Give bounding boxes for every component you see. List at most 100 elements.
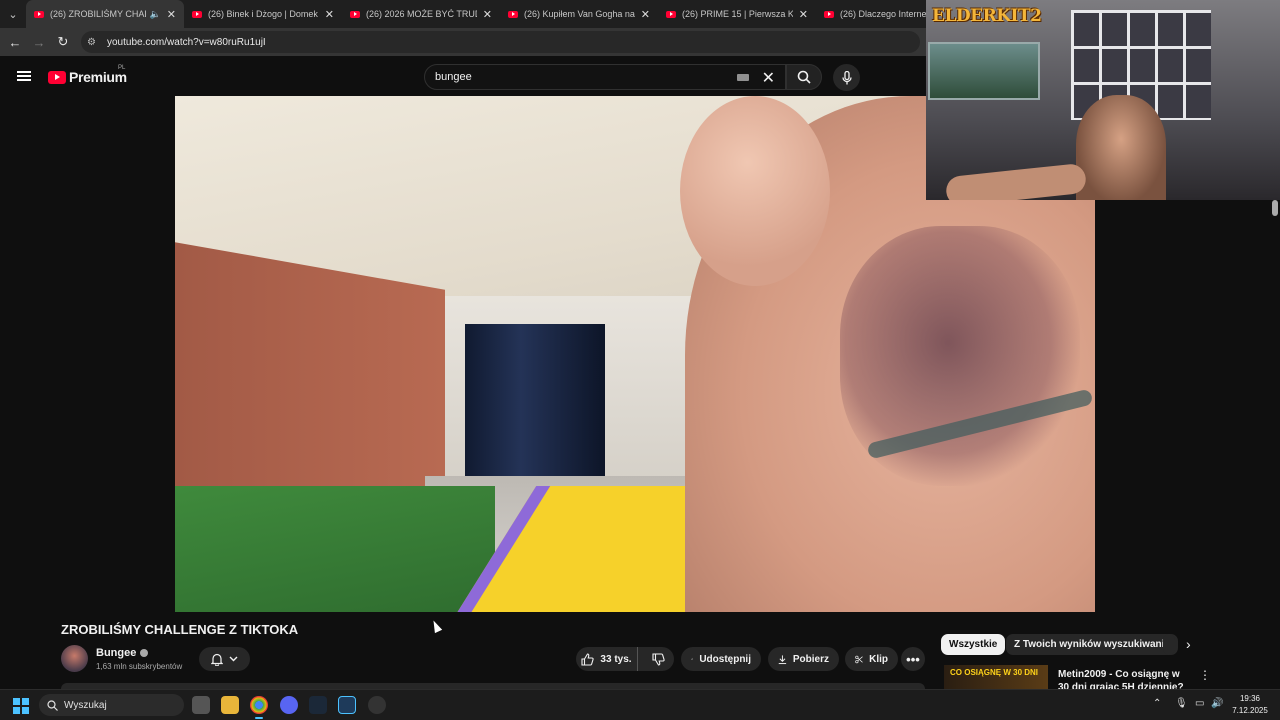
channel-name-text: Bungee [96, 647, 137, 659]
close-tab-icon[interactable]: ✕ [325, 8, 334, 21]
tab-label: (26) 2026 MOŻE BYĆ TRUDNY [366, 9, 477, 19]
search-button[interactable] [786, 64, 822, 90]
search-icon [47, 699, 58, 711]
youtube-favicon-icon [666, 10, 676, 18]
site-settings-icon[interactable]: ⚙ [87, 37, 101, 48]
webcam-streamer [1076, 95, 1166, 200]
youtube-favicon-icon [192, 10, 202, 18]
notifications-button[interactable] [199, 647, 250, 671]
youtube-favicon-icon [508, 10, 518, 18]
browser-tab[interactable]: (26) Binek i Dżogo | Domek dla ✕ [184, 0, 342, 28]
speaker-icon[interactable]: 🔈 [150, 9, 161, 20]
obs-icon[interactable] [368, 696, 386, 714]
download-button[interactable]: Pobierz [768, 647, 839, 671]
tray-chevron-up-icon[interactable]: ⌃ [1153, 698, 1161, 709]
clock-date: 7.12.2025 [1232, 706, 1268, 715]
clock-time: 19:36 [1239, 694, 1261, 703]
chip-all[interactable]: Wszystkie [941, 634, 1006, 655]
youtube-logo[interactable]: Premium PL [48, 65, 127, 85]
more-actions-button[interactable]: ••• [901, 647, 925, 671]
windows-start-icon[interactable] [13, 698, 29, 714]
youtube-favicon-icon [34, 10, 44, 18]
forward-icon[interactable]: → [27, 35, 51, 50]
chip-partial[interactable] [1163, 634, 1175, 655]
tab-label: (26) PRIME 15 | Pierwsza KONFI [682, 9, 793, 19]
close-tab-icon[interactable]: ✕ [483, 8, 492, 21]
reload-icon[interactable]: ↻ [51, 34, 75, 50]
tray-mic-icon[interactable]: 🎙 [1175, 698, 1188, 709]
search-input[interactable]: bungee ✕ [424, 64, 786, 90]
recommendation-title[interactable]: Metin2009 - Co osiągnę w 30 dni grając 5… [1058, 668, 1188, 689]
tray-speaker-icon[interactable]: 🔊 [1211, 698, 1223, 709]
youtube-play-icon [48, 70, 66, 84]
tab-label: (26) Kupiłem Van Gogha na Ch [524, 9, 635, 19]
browser-tab[interactable]: (26) ZROBILIŚMY CHALLENGE 🔈 ✕ [26, 0, 184, 28]
recommendation-thumbnail[interactable]: CO OSIĄGNĘ W 30 DNI [944, 665, 1048, 689]
like-count: 33 tys. [600, 653, 632, 665]
url-text: youtube.com/watch?v=w80ruRu1ujI [107, 36, 266, 48]
url-field[interactable]: ⚙ youtube.com/watch?v=w80ruRu1ujI [81, 31, 920, 53]
file-explorer-icon[interactable] [221, 696, 239, 714]
browser-tab[interactable]: (26) 2026 MOŻE BYĆ TRUDNY ✕ [342, 0, 500, 28]
chevron-right-icon[interactable]: › [1186, 636, 1191, 652]
dislike-button[interactable] [644, 652, 674, 666]
browser-tab[interactable]: (26) PRIME 15 | Pierwsza KONFI ✕ [658, 0, 816, 28]
app-icon[interactable] [338, 696, 356, 714]
webcam-arm [944, 162, 1088, 200]
taskbar-clock[interactable]: 19:36 7.12.2025 [1230, 693, 1270, 717]
browser-tab[interactable]: (26) Kupiłem Van Gogha na Ch ✕ [500, 0, 658, 28]
keyboard-icon[interactable] [737, 74, 749, 81]
chip-from-search[interactable]: Z Twoich wyników wyszukiwania [1006, 634, 1178, 655]
logo-text: Premium [69, 69, 127, 85]
thumbs-up-icon [581, 652, 595, 666]
webcam-overlay: ELDERKIT2 [926, 0, 1280, 200]
webcam-logo: ELDERKIT2 [932, 6, 1042, 26]
address-bar: ← → ↻ ⚙ youtube.com/watch?v=w80ruRu1ujI [0, 28, 926, 56]
youtube-favicon-icon [350, 10, 360, 18]
taskbar-search-placeholder: Wyszukaj [64, 699, 107, 711]
mouse-cursor-icon [429, 618, 443, 634]
tab-label: (26) Binek i Dżogo | Domek dla [208, 9, 319, 19]
youtube-header: Premium PL bungee ✕ [0, 56, 926, 96]
bell-icon [211, 653, 223, 666]
more-vertical-icon[interactable]: ⋮ [1199, 668, 1211, 682]
search-value: bungee [435, 71, 472, 83]
tab-search-chevron-icon[interactable]: ⌄ [0, 0, 26, 28]
close-tab-icon[interactable]: ✕ [799, 8, 808, 21]
thumbnail-text: CO OSIĄGNĘ W 30 DNI [950, 668, 1039, 677]
scissors-icon [855, 655, 863, 663]
share-icon [691, 657, 694, 660]
task-view-icon[interactable] [192, 696, 210, 714]
webcam-aquarium [928, 42, 1040, 100]
chevron-down-icon [229, 656, 238, 662]
clip-label: Klip [869, 653, 888, 665]
region-code: PL [118, 65, 126, 71]
clear-search-icon[interactable]: ✕ [762, 68, 775, 88]
tray-display-icon[interactable]: ▭ [1195, 698, 1204, 709]
channel-name[interactable]: Bungee [96, 647, 149, 659]
search-icon [797, 70, 811, 84]
thumbs-down-icon [652, 652, 666, 666]
subscriber-count: 1,63 mln subskrybentów [96, 662, 183, 671]
like-button[interactable]: 33 tys. [576, 647, 638, 671]
channel-avatar[interactable] [61, 645, 88, 672]
voice-search-button[interactable] [833, 64, 860, 91]
like-dislike-group: 33 tys. [576, 647, 674, 671]
share-label: Udostępnij [699, 653, 751, 665]
close-tab-icon[interactable]: ✕ [641, 8, 650, 21]
share-button[interactable]: Udostępnij [681, 647, 761, 671]
menu-icon[interactable] [17, 71, 31, 81]
page-scrollbar[interactable] [1272, 200, 1278, 216]
video-scene-head [680, 96, 830, 286]
steam-icon[interactable] [309, 696, 327, 714]
chrome-icon[interactable] [250, 696, 268, 719]
back-icon[interactable]: ← [3, 35, 27, 50]
microphone-icon [841, 70, 852, 84]
discord-icon[interactable] [280, 696, 298, 714]
youtube-favicon-icon [824, 10, 834, 18]
close-tab-icon[interactable]: ✕ [167, 8, 176, 21]
taskbar-search[interactable]: Wyszukaj [39, 694, 184, 716]
taskbar: Wyszukaj ⌃ 🎙 ▭ 🔊 19:36 7.12.2025 [0, 689, 1280, 720]
clip-button[interactable]: Klip [845, 647, 898, 671]
verified-icon [140, 649, 149, 657]
